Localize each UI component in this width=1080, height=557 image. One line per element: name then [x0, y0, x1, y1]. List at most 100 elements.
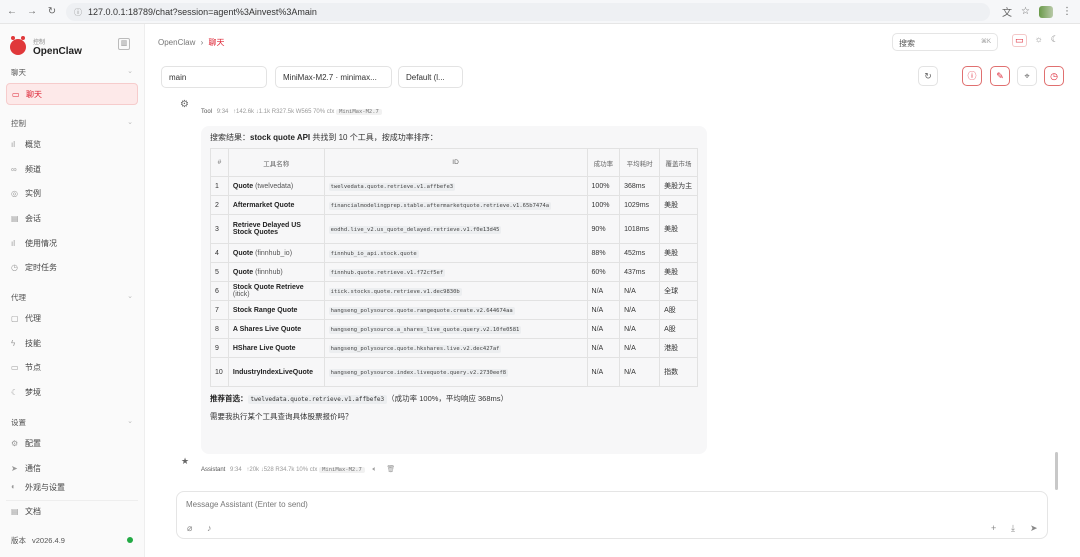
focus-icon[interactable]: ⌖ — [1017, 66, 1037, 86]
delete-icon[interactable]: 🗑︎ — [386, 466, 395, 473]
palette-icon: ◐ — [11, 482, 16, 491]
sidebar-item-cron[interactable]: ◷ 定时任务 — [6, 256, 138, 278]
tool-id-code: finnhub_io_api.stock.quote — [328, 249, 419, 258]
results-table: # 工具名称 ID 成功率 平均耗时 覆盖市场 1 Quote (twelveda… — [210, 148, 698, 387]
search-input[interactable]: 搜索 ⌘K — [892, 33, 998, 51]
session-select[interactable]: main — [161, 66, 267, 88]
reload-icon[interactable]: ↻ — [44, 6, 60, 17]
sidebar-item-config[interactable]: ⚙ 配置 — [6, 432, 138, 454]
cell-tool-name: Quote (twelvedata) — [227, 176, 325, 196]
bookmark-star-icon[interactable]: ☆ — [1021, 6, 1030, 17]
column-header: 工具名称 — [227, 148, 325, 177]
download-icon[interactable]: ⤓ — [1011, 523, 1015, 534]
sidebar-item-label: 定时任务 — [25, 262, 57, 272]
tool-name: HShare Live Quote — [232, 344, 296, 352]
send-icon[interactable]: ➤ — [1030, 523, 1038, 534]
tool-id-code: hangseng_polysource.a_shares_live_quote.… — [328, 325, 522, 334]
sidebar-item-label: 聊天 — [26, 89, 42, 99]
sidebar-item-agents[interactable]: ▢ 代理 — [6, 307, 138, 329]
sidebar-collapse-icon[interactable]: ▥ — [118, 38, 130, 50]
address-bar[interactable]: ⓘ 127.0.0.1:18789/chat?session=agent%3Ai… — [66, 3, 990, 21]
attach-icon[interactable]: ⌀ — [187, 523, 192, 534]
section-chat[interactable]: 聊天 ⌄ — [11, 67, 133, 78]
moon-theme-icon[interactable]: ☾ — [1051, 34, 1059, 47]
back-icon[interactable]: ← — [4, 6, 20, 17]
sidebar-item-comms[interactable]: ➤ 通信 — [6, 457, 138, 479]
cell-market: 指数 — [659, 357, 698, 387]
refresh-icon[interactable]: ↻ — [918, 66, 938, 86]
cell-tool-name: Quote (finnhub_io) — [227, 243, 325, 263]
sidebar-item-docs[interactable]: ▤ 文档 — [6, 500, 138, 522]
search-shortcut: ⌘K — [980, 39, 991, 45]
link-icon: ∞ — [11, 164, 17, 174]
tool-stats: ↑142.6k ↓1.1k R327.5k W565 70% ctx — [233, 109, 335, 115]
model-select[interactable]: MiniMax-M2.7 · minimax... — [275, 66, 392, 88]
brand: 控制 OpenClaw — [10, 36, 82, 57]
breadcrumb-root[interactable]: OpenClaw — [158, 38, 195, 47]
sidebar-item-channels[interactable]: ∞ 频道 — [6, 158, 138, 180]
tool-name: A Shares Live Quote — [232, 325, 302, 333]
tool-provider: (twelvedata) — [255, 182, 294, 190]
cell-market: 港股 — [659, 338, 698, 358]
scrollbar[interactable] — [1055, 452, 1058, 490]
sidebar-item-label: 节点 — [25, 362, 41, 372]
sidebar-item-instances[interactable]: ◎ 实例 — [6, 182, 138, 204]
microphone-icon[interactable]: ♪ — [207, 523, 212, 533]
cell-index: 10 — [210, 357, 229, 387]
forward-icon[interactable]: → — [24, 6, 40, 17]
sidebar-item-label: 文档 — [25, 507, 41, 516]
cell-market: A股 — [659, 319, 698, 339]
history-clock-icon[interactable]: ◷ — [1044, 66, 1064, 86]
cell-tool-id: hangseng_polysource.index.livequote.quer… — [323, 357, 588, 387]
rec-note: （成功率 100%，平均响应 368ms） — [387, 394, 509, 403]
speaker-icon[interactable]: 🔈︎ — [373, 466, 377, 473]
sidebar-item-nodes[interactable]: ▭ 节点 — [6, 356, 138, 378]
usage-chart-icon: ıl — [11, 238, 15, 248]
site-info-icon[interactable]: ⓘ — [74, 7, 82, 18]
tool-name: Quote — [232, 182, 254, 190]
sidebar-item-label: 梦境 — [25, 387, 41, 397]
sidebar-item-skills[interactable]: ϟ 技能 — [6, 332, 138, 354]
sidebar-item-sessions[interactable]: ▤ 会话 — [6, 207, 138, 229]
cell-latency: 452ms — [619, 243, 661, 263]
sidebar-item-chat[interactable]: ▭ 聊天 — [6, 83, 138, 105]
plus-icon[interactable]: + — [991, 523, 996, 533]
tool-name: Retrieve Delayed US Stock Quotes — [232, 222, 301, 236]
section-agents[interactable]: 代理 ⌄ — [11, 292, 133, 303]
sun-icon[interactable]: ☼ — [1035, 34, 1043, 47]
status-dot — [127, 537, 133, 543]
assistant-star-icon: ★ — [181, 456, 190, 466]
monitor-theme-icon[interactable]: ▭ — [1012, 34, 1027, 47]
extension-icon[interactable] — [1039, 5, 1053, 18]
section-label: 控制 — [11, 119, 26, 128]
cell-latency: N/A — [619, 300, 661, 320]
cell-tool-name: Quote (finnhub) — [227, 262, 325, 282]
thinking-select[interactable]: Default (l... — [398, 66, 463, 88]
sidebar-item-overview[interactable]: ıl 概览 — [6, 133, 138, 155]
menu-dots-icon[interactable]: ⋮ — [1062, 6, 1072, 17]
translate-icon[interactable]: 文 — [1002, 4, 1012, 19]
folder-icon: ▢ — [11, 313, 19, 323]
version-value: v2026.4.9 — [32, 536, 65, 545]
cell-tool-name: Stock Range Quote — [227, 300, 325, 320]
intro-text: 搜索结果：stock quote API 共找到 10 个工具，按成功率排序： — [210, 132, 698, 143]
rec-id-code: twelvedata.quote.retrieve.v1.affbefe3 — [247, 395, 388, 404]
section-control[interactable]: 控制 ⌄ — [11, 118, 133, 129]
sidebar-item-appearance[interactable]: ◐ 外观与设置 — [6, 481, 138, 493]
cell-success-rate: N/A — [586, 281, 621, 301]
wrench-icon[interactable]: ✎ — [990, 66, 1010, 86]
model-value: MiniMax-M2.7 · minimax... — [283, 73, 377, 82]
sidebar-item-dreams[interactable]: ☾ 梦境 — [6, 381, 138, 403]
cell-latency: 1018ms — [619, 214, 661, 244]
cell-market: 美股 — [659, 214, 698, 244]
column-header: 平均耗时 — [619, 148, 661, 177]
sidebar-item-usage[interactable]: ıl 使用情况 — [6, 232, 138, 254]
cell-tool-name: IndustryIndexLiveQuote — [227, 357, 325, 387]
message-input[interactable]: Message Assistant (Enter to send) ⌀ ♪ + … — [176, 491, 1048, 539]
section-settings[interactable]: 设置 ⌄ — [11, 417, 133, 428]
column-header: # — [210, 148, 229, 177]
brand-name: OpenClaw — [33, 46, 82, 57]
alert-icon[interactable]: ⓘ — [962, 66, 982, 86]
intro-suffix: 共找到 10 个工具，按成功率排序： — [310, 133, 438, 142]
sidebar-item-label: 频道 — [25, 164, 41, 174]
